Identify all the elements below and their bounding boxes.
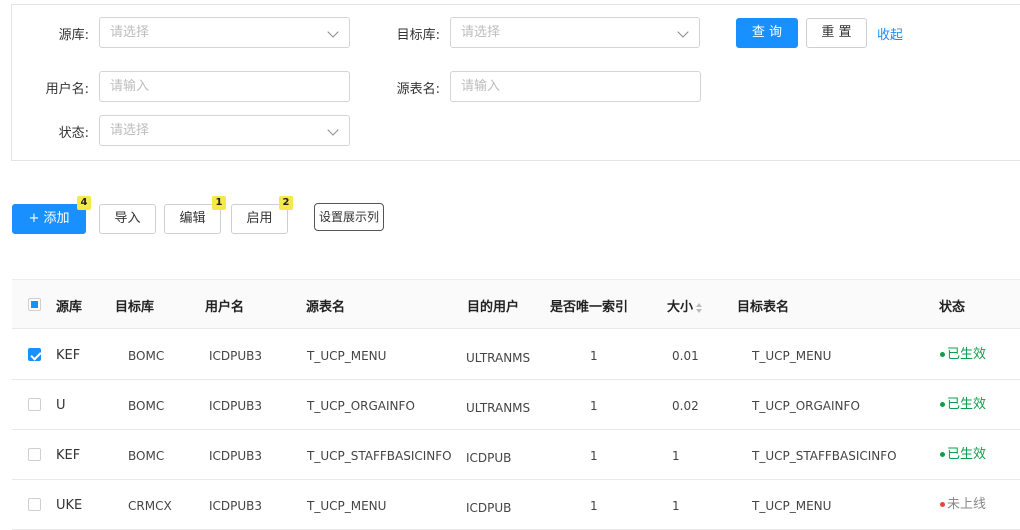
target-db-label: 目标库:	[396, 28, 440, 43]
cell-username: ICDPUB3	[209, 399, 263, 413]
add-button-label: + 添加	[28, 211, 70, 226]
source-table-placeholder: 请输入	[461, 79, 501, 94]
username-input[interactable]: 请输入	[99, 71, 350, 102]
cell-size: 0.01	[672, 349, 699, 363]
cell-target-db: CRMCX	[128, 499, 172, 513]
status-badge: 已生效	[940, 443, 986, 462]
header-target-table: 目标表名	[737, 300, 790, 315]
status-badge: 已生效	[940, 393, 986, 412]
header-unique-index: 是否唯一索引	[550, 300, 629, 315]
cell-unique-index: 1	[590, 349, 598, 363]
cell-target-user: ICDPUB	[466, 451, 512, 465]
cell-source-db: UKE	[56, 498, 83, 513]
source-db-placeholder: 请选择	[110, 25, 150, 40]
cell-unique-index: 1	[590, 399, 598, 413]
cell-target-table: T_UCP_MENU	[752, 349, 832, 363]
header-status: 状态	[939, 300, 966, 315]
header-size-label: 大小	[667, 300, 694, 315]
cell-source-db: KEF	[56, 348, 81, 363]
target-db-placeholder: 请选择	[461, 25, 501, 40]
status-dot-icon	[940, 452, 945, 457]
cell-username: ICDPUB3	[209, 349, 263, 363]
header-target-user: 目的用户	[467, 300, 520, 315]
enable-badge: 2	[279, 196, 293, 210]
cell-size: 1	[672, 499, 680, 513]
header-target-db: 目标库	[115, 300, 155, 315]
table-row[interactable]: UKE CRMCX ICDPUB3 T_UCP_MENU ICDPUB 1 1 T_UCP_M…	[12, 480, 1020, 530]
cell-target-table: T_UCP_ORGAINFO	[752, 399, 860, 413]
import-button[interactable]: 导入	[99, 204, 156, 234]
table-row[interactable]: U BOMC ICDPUB3 T_UCP_ORGAINFO ULTRANMS 1 0.02 T…	[12, 380, 1020, 430]
cell-size: 1	[672, 449, 680, 463]
cell-target-db: BOMC	[128, 399, 165, 413]
status-text: 已生效	[947, 347, 987, 362]
source-table-label: 源表名:	[396, 82, 440, 97]
cell-target-user: ICDPUB	[466, 501, 512, 515]
cell-source-db: U	[56, 398, 66, 413]
cell-target-db: BOMC	[128, 349, 165, 363]
cell-username: ICDPUB3	[209, 449, 263, 463]
status-dot-icon	[940, 352, 945, 357]
header-source-db: 源库	[56, 300, 83, 315]
enable-button-label: 启用	[246, 211, 273, 226]
table-row[interactable]: KEF BOMC ICDPUB3 T_UCP_MENU ULTRANMS 1 0.01 T_U…	[12, 330, 1020, 380]
cell-target-table: T_UCP_MENU	[752, 499, 832, 513]
row-checkbox[interactable]	[28, 348, 41, 361]
username-placeholder: 请输入	[110, 79, 150, 94]
header-source-table: 源表名	[306, 300, 346, 315]
add-button[interactable]: + 添加 4	[12, 196, 91, 234]
cell-source-db: KEF	[56, 448, 81, 463]
status-placeholder: 请选择	[110, 123, 150, 138]
cell-size: 0.02	[672, 399, 699, 413]
status-dot-icon	[940, 402, 945, 407]
target-db-select[interactable]: 请选择	[450, 17, 700, 48]
cell-source-table: T_UCP_MENU	[307, 349, 387, 363]
status-select[interactable]: 请选择	[99, 115, 350, 146]
edit-badge: 1	[212, 196, 226, 210]
status-dot-icon	[940, 502, 945, 507]
status-text: 已生效	[947, 447, 987, 462]
collapse-link[interactable]: 收起	[877, 24, 903, 43]
chevron-down-icon	[677, 26, 689, 38]
source-table-input[interactable]: 请输入	[450, 71, 701, 102]
chevron-down-icon	[327, 124, 339, 136]
cell-target-user: ULTRANMS	[466, 401, 531, 415]
header-username: 用户名	[205, 300, 245, 315]
source-db-select[interactable]: 请选择	[99, 17, 350, 48]
header-size[interactable]: 大小	[667, 296, 703, 315]
cell-source-table: T_UCP_ORGAINFO	[307, 399, 415, 413]
row-checkbox[interactable]	[28, 398, 41, 411]
cell-source-table: T_UCP_MENU	[307, 499, 387, 513]
source-db-label: 源库:	[58, 28, 89, 43]
username-label: 用户名:	[45, 82, 89, 97]
cell-unique-index: 1	[590, 499, 598, 513]
column-settings-button[interactable]: 设置展示列	[314, 203, 384, 231]
status-label: 状态:	[58, 126, 89, 141]
table-row[interactable]: KEF BOMC ICDPUB3 T_UCP_STAFFBASICINFO ICDPUB…	[12, 430, 1020, 480]
sort-icon[interactable]	[696, 302, 703, 313]
table-header: 源库 目标库 用户名 源表名 目的用户 是否唯一索引 大小 目标表名 状态	[12, 279, 1020, 329]
reset-button[interactable]: 重 置	[806, 18, 867, 48]
edit-button-label: 编辑	[179, 211, 206, 226]
status-text: 已生效	[947, 397, 987, 412]
select-all-checkbox[interactable]	[28, 298, 41, 311]
status-badge: 未上线	[940, 493, 986, 512]
row-checkbox[interactable]	[28, 448, 41, 461]
add-badge: 4	[77, 196, 91, 210]
chevron-down-icon	[327, 26, 339, 38]
status-text: 未上线	[947, 497, 987, 512]
cell-target-user: ULTRANMS	[466, 351, 531, 365]
cell-target-table: T_UCP_STAFFBASICINFO	[752, 449, 897, 463]
row-checkbox[interactable]	[28, 498, 41, 511]
edit-button[interactable]: 编辑 1	[164, 196, 226, 234]
query-button[interactable]: 查 询	[736, 18, 798, 48]
cell-target-db: BOMC	[128, 449, 165, 463]
enable-button[interactable]: 启用 2	[231, 196, 293, 234]
status-badge: 已生效	[940, 343, 986, 362]
cell-username: ICDPUB3	[209, 499, 263, 513]
cell-unique-index: 1	[590, 449, 598, 463]
cell-source-table: T_UCP_STAFFBASICINFO	[307, 449, 452, 463]
